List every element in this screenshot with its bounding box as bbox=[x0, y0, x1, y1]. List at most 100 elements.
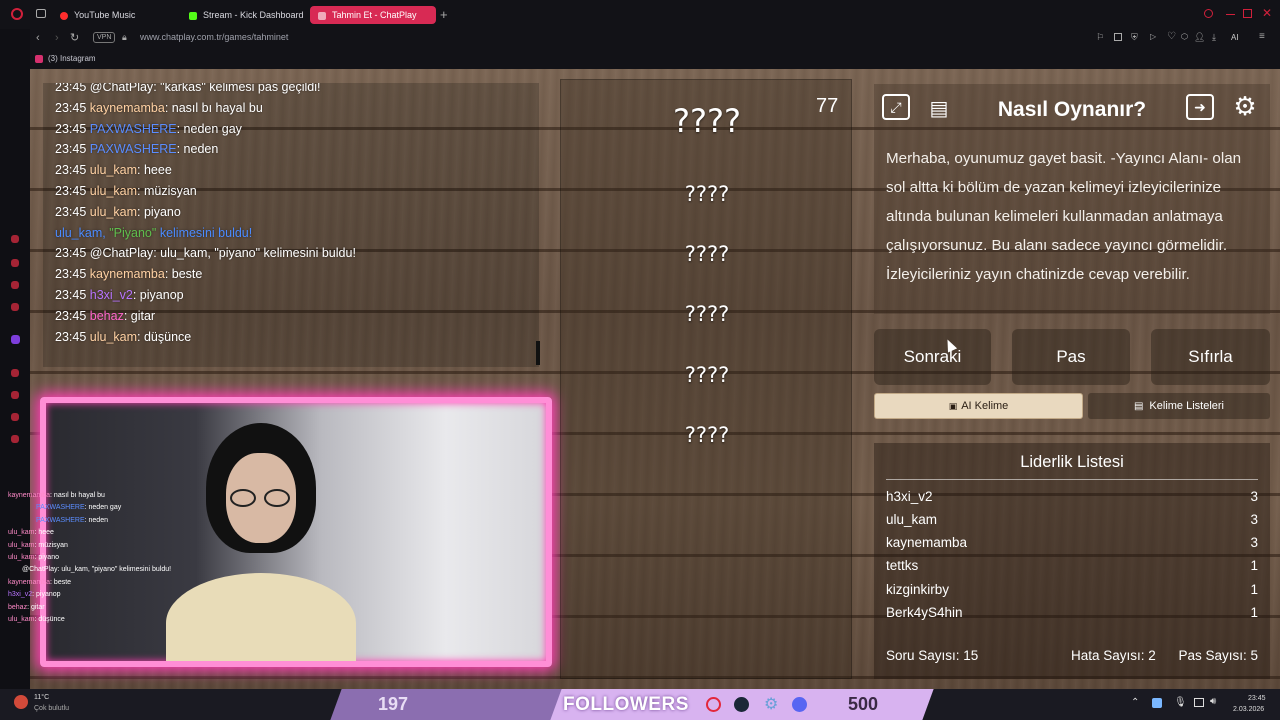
steam-icon bbox=[734, 697, 749, 712]
close-window-icon[interactable]: ✕ bbox=[1262, 6, 1272, 20]
followers-label: FOLLOWERS bbox=[563, 694, 689, 715]
leaderboard-row: Berk4yS4hin 1 bbox=[886, 605, 1258, 620]
vpn-badge[interactable]: VPN bbox=[93, 32, 116, 43]
reset-button[interactable]: Sıfırla bbox=[1151, 329, 1270, 385]
chat-line: 23:45 PAXWASHERE: neden bbox=[55, 142, 219, 157]
heart-icon[interactable]: ♡ bbox=[1167, 31, 1176, 42]
chat-line: 23:45 @ChatPlay: "karkas" kelimesi pas g… bbox=[55, 83, 321, 94]
extensions-icon[interactable]: ⬡ bbox=[1181, 32, 1188, 41]
overlay-chat-line: h3xi_v2: piyanop bbox=[8, 591, 61, 599]
overlay-chat-line: kaynemamba: beste bbox=[8, 578, 72, 586]
bookmark-instagram[interactable]: (3) Instagram bbox=[48, 54, 96, 63]
exit-icon[interactable]: ➜ bbox=[1186, 94, 1214, 120]
chat-line: 23:45 ulu_kam: heee bbox=[55, 163, 172, 178]
leaderboard-title: Liderlik Listesi bbox=[1020, 453, 1124, 471]
ai-button[interactable]: AI bbox=[1231, 33, 1239, 42]
sidebar-app-icon[interactable] bbox=[11, 303, 19, 311]
error-count: Hata Sayısı: 2 bbox=[1071, 648, 1156, 663]
tab-tahmin-et[interactable]: Tahmin Et - ChatPlay bbox=[310, 6, 436, 24]
answer-slot: ???? bbox=[684, 182, 730, 206]
answer-board: ???? ???? ???? ???? ???? ???? bbox=[560, 79, 852, 679]
leaderboard-row: ulu_kam 3 bbox=[886, 512, 1258, 527]
overlay-chat-line: behaz: gitar bbox=[8, 603, 45, 611]
leaderboard: Liderlik Listesi h3xi_v2 3 ulu_kam 3 kayne… bbox=[874, 443, 1270, 679]
address-bar: ‹ › ↻ VPN 🔒︎ www.chatplay.com.tr/games/t… bbox=[0, 29, 1280, 49]
answer-slot: ???? bbox=[684, 302, 730, 326]
sidebar-app-icon[interactable] bbox=[11, 369, 19, 377]
sidebar-app-icon[interactable] bbox=[11, 413, 19, 421]
sidebar-app-icon[interactable] bbox=[11, 259, 19, 267]
tab-youtube-music[interactable]: YouTube Music bbox=[52, 6, 143, 24]
how-to-play-panel: ⤢ ▤ Nasıl Oynanır? ➜ ⚙ Merhaba, oyunumuz… bbox=[874, 84, 1270, 314]
followers-progress bbox=[330, 689, 567, 720]
instagram-icon bbox=[35, 55, 43, 63]
maximize-icon[interactable] bbox=[1243, 9, 1252, 18]
twitch-icon[interactable] bbox=[11, 335, 20, 344]
pass-button[interactable]: Pas bbox=[1012, 329, 1130, 385]
browser-tab-bar: YouTube Music Stream - Kick Dashboard Ta… bbox=[0, 0, 1280, 29]
game-stage: 23:45 @ChatPlay: "karkas" kelimesi pas g… bbox=[30, 69, 1280, 689]
play-icon[interactable]: ▷ bbox=[1150, 32, 1156, 41]
followers-goal-bar: 197 FOLLOWERS ⚙ 500 bbox=[330, 689, 934, 720]
volume-icon[interactable]: 🔊︎ bbox=[1210, 696, 1216, 707]
settings-gear-icon[interactable]: ⚙ bbox=[1230, 91, 1260, 121]
answer-slot: ???? bbox=[684, 423, 730, 447]
chevron-up-icon[interactable]: ⌃ bbox=[1131, 697, 1139, 708]
kick-icon bbox=[189, 11, 197, 20]
search-tabs-icon[interactable] bbox=[1204, 9, 1213, 18]
chat-line: 23:45 h3xi_v2: piyanop bbox=[55, 287, 184, 302]
word-lists-button[interactable]: ▤ Kelime Listeleri bbox=[1088, 393, 1270, 419]
chat-line: 23:45 ulu_kam: müzisyan bbox=[55, 183, 197, 198]
sidebar-app-icon[interactable] bbox=[11, 391, 19, 399]
divider bbox=[886, 479, 1258, 480]
overlay-chat: kaynemamba: nasıl bı hayal bu PAXWASHERE… bbox=[8, 490, 208, 626]
clock-time[interactable]: 23:45 bbox=[1248, 695, 1266, 702]
weather-icon[interactable] bbox=[14, 695, 28, 709]
timer: 77 bbox=[816, 95, 839, 117]
sidebar-app-icon[interactable] bbox=[11, 281, 19, 289]
chat-line-system: ulu_kam, "Piyano" kelimesini buldu! bbox=[55, 225, 253, 240]
tab-kick-dashboard[interactable]: Stream - Kick Dashboard bbox=[181, 6, 312, 24]
weather-desc: Çok bulutlu bbox=[34, 705, 70, 712]
new-tab-icon[interactable]: + bbox=[440, 7, 448, 22]
chat-scrollbar[interactable] bbox=[536, 341, 540, 365]
followers-count: 197 bbox=[378, 694, 409, 714]
tab-label: YouTube Music bbox=[74, 10, 136, 20]
answer-slot: ???? bbox=[684, 363, 730, 387]
ai-word-label: AI Kelime bbox=[961, 400, 1009, 412]
snapshot-icon[interactable] bbox=[1114, 33, 1122, 41]
opera-logo-icon[interactable] bbox=[11, 8, 23, 20]
profile-icon[interactable]: 👤︎ bbox=[1194, 32, 1205, 43]
tray-icon[interactable] bbox=[1152, 698, 1162, 708]
forward-icon[interactable]: › bbox=[55, 32, 59, 44]
back-icon[interactable]: ‹ bbox=[36, 32, 40, 44]
answer-slot: ???? bbox=[673, 102, 741, 140]
overlay-chat-line: @ChatPlay: ulu_kam, "piyano" kelimesini … bbox=[22, 566, 172, 574]
shield-icon[interactable]: ⛨ bbox=[1131, 32, 1138, 43]
tab-overview-icon[interactable] bbox=[36, 9, 46, 18]
network-icon[interactable] bbox=[1194, 698, 1204, 707]
youtube-music-icon bbox=[60, 11, 68, 20]
microphone-icon[interactable]: 🎙︎ bbox=[1174, 697, 1187, 708]
download-icon[interactable]: ⤓ bbox=[1212, 32, 1216, 43]
minimize-icon[interactable] bbox=[1226, 14, 1235, 15]
answer-slot: ???? bbox=[684, 242, 730, 266]
chat-line: 23:45 behaz: gitar bbox=[55, 308, 156, 323]
sidebar-app-icon[interactable] bbox=[11, 435, 19, 443]
discord-icon bbox=[792, 697, 807, 712]
list-icon: ▤ bbox=[1133, 400, 1144, 412]
bookmark-page-icon[interactable]: ⚐ bbox=[1096, 32, 1104, 43]
url-field[interactable]: www.chatplay.com.tr/games/tahminet bbox=[140, 32, 288, 42]
leaderboard-row: kaynemamba 3 bbox=[886, 535, 1258, 550]
question-count: Soru Sayısı: 15 bbox=[886, 648, 979, 663]
chat-line: 23:45 PAXWASHERE: neden gay bbox=[55, 121, 242, 136]
chatplay-icon bbox=[318, 11, 326, 20]
reload-icon[interactable]: ↻ bbox=[70, 31, 79, 44]
overlay-chat-line: ulu_kam: heee bbox=[8, 529, 54, 537]
pass-count: Pas Sayısı: 5 bbox=[1178, 648, 1258, 663]
ai-word-button[interactable]: ▣ AI Kelime bbox=[874, 393, 1083, 419]
sidebar-app-icon[interactable] bbox=[11, 235, 19, 243]
next-button[interactable]: Sonraki bbox=[874, 329, 991, 385]
menu-icon[interactable]: ≡ bbox=[1259, 31, 1265, 42]
clock-date[interactable]: 2.03.2026 bbox=[1233, 706, 1264, 713]
